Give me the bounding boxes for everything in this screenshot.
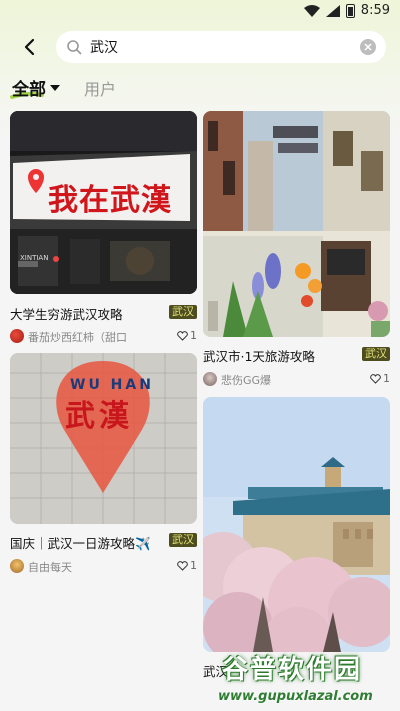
heart-icon <box>177 560 188 571</box>
battery-icon <box>345 3 355 18</box>
like-count: 1 <box>383 372 390 385</box>
author-name[interactable]: 悲伤GG爆 <box>221 372 271 388</box>
like-count: 1 <box>190 559 197 572</box>
heart-icon <box>370 373 381 384</box>
note-cover-image <box>203 111 390 337</box>
note-card[interactable]: 武汉市·1天旅游攻略 武汉 悲伤GG爆 1 <box>203 111 390 391</box>
location-tag[interactable]: 武汉 <box>169 533 197 547</box>
note-title: 大学生穷游武汉攻略 <box>10 307 123 322</box>
watermark-main-text: 谷普软件园 <box>222 655 363 685</box>
avatar[interactable] <box>203 372 217 386</box>
heart-icon <box>177 330 188 341</box>
signal-icon <box>325 4 340 17</box>
search-icon <box>67 40 82 55</box>
search-bar <box>0 30 400 64</box>
status-bar: 8:59 <box>0 0 400 24</box>
note-title: 国庆｜武汉一日游攻略✈️ <box>10 536 151 551</box>
note-card[interactable]: 我在武漢 XINTIAN 大学生穷游武汉攻略 武汉 番茄炒西红柿（甜口 1 <box>10 111 197 351</box>
cover-brand-text: XINTIAN <box>20 254 49 262</box>
avatar[interactable] <box>10 559 24 573</box>
tab-user[interactable]: 用户 <box>84 76 116 100</box>
like-button[interactable]: 1 <box>177 329 197 342</box>
search-input[interactable] <box>90 39 340 55</box>
back-button[interactable] <box>16 34 42 60</box>
watermark: 谷普软件园 www.gupuxlazal.com <box>200 645 400 711</box>
clear-search-button[interactable] <box>360 39 376 55</box>
location-tag[interactable]: 武汉 <box>169 305 197 319</box>
watermark-url-text: www.gupuxlazal.com <box>218 689 373 704</box>
status-time: 8:59 <box>360 3 390 18</box>
location-tag[interactable]: 武汉 <box>362 347 390 361</box>
back-arrow-icon <box>24 38 35 56</box>
result-tabs: 全部 用户 <box>0 75 400 105</box>
note-title: 武汉市·1天旅游攻略 <box>203 349 315 364</box>
note-meta: 番茄炒西红柿（甜口 1 <box>10 328 197 344</box>
like-button[interactable]: 1 <box>370 372 390 385</box>
tab-all[interactable]: 全部 <box>10 75 60 100</box>
close-icon <box>364 43 372 51</box>
avatar[interactable] <box>10 329 24 343</box>
like-button[interactable]: 1 <box>177 559 197 572</box>
note-card[interactable]: WU HAN 武漢 国庆｜武汉一日游攻略✈️ 武汉 自由每天 1 <box>10 353 197 583</box>
tab-all-label: 全部 <box>12 80 46 100</box>
wifi-icon <box>303 4 320 17</box>
chevron-down-icon <box>50 84 60 91</box>
author-name[interactable]: 番茄炒西红柿（甜口 <box>28 329 127 345</box>
note-cover-image: WU HAN 武漢 <box>10 353 197 524</box>
cover-sign-text: 我在武漢 <box>48 183 172 218</box>
like-count: 1 <box>190 329 197 342</box>
author-name[interactable]: 自由每天 <box>28 559 72 575</box>
note-cover-image <box>203 397 390 652</box>
note-cover-image: 我在武漢 XINTIAN <box>10 111 197 294</box>
note-meta: 悲伤GG爆 1 <box>203 371 390 387</box>
note-meta: 自由每天 1 <box>10 558 197 574</box>
cover-big-text: 武漢 <box>65 399 133 434</box>
search-box[interactable] <box>56 31 386 63</box>
status-icons: 8:59 <box>303 3 390 18</box>
